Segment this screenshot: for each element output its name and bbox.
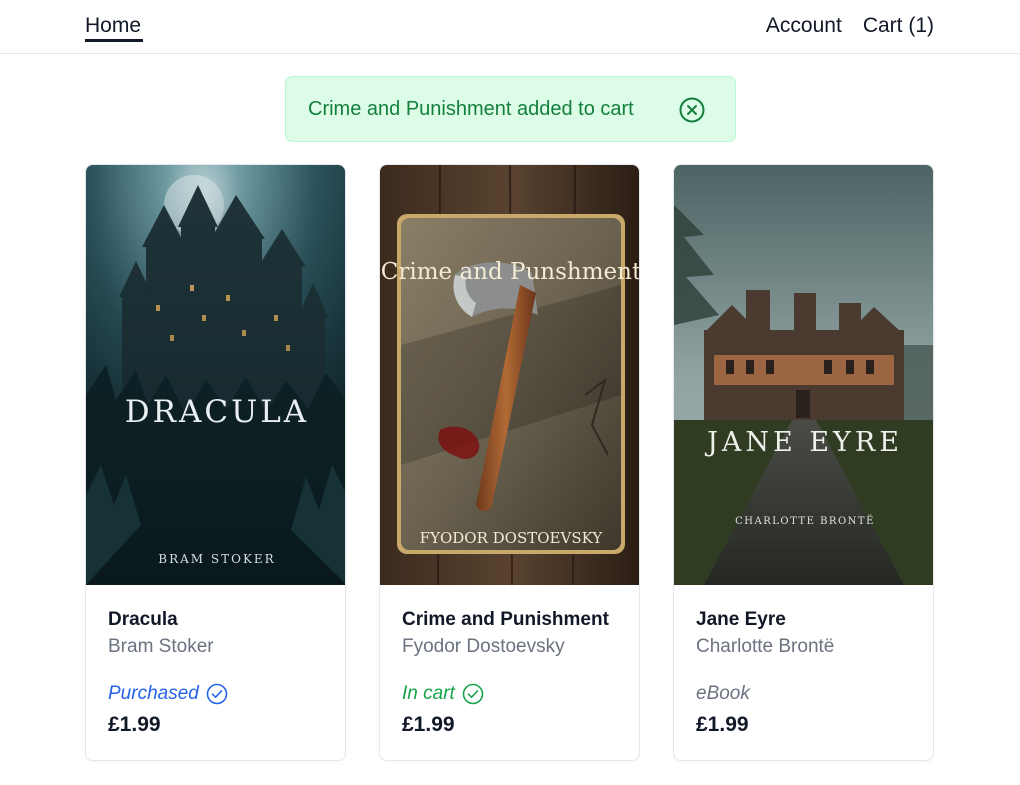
book-status: eBook: [696, 683, 750, 705]
dracula-cover-illustration: DRACULA BRAM STOKER: [86, 165, 345, 585]
book-cover-image[interactable]: Crime and Punshment FYODOR DOSTOEVSKY: [380, 165, 640, 585]
book-status: Purchased: [108, 683, 228, 705]
top-navigation: Home Account Cart (1): [0, 0, 1020, 54]
book-card-dracula[interactable]: DRACULA BRAM STOKER Dracula Bram Stoker …: [85, 164, 346, 761]
book-cover-image[interactable]: DRACULA BRAM STOKER: [86, 165, 345, 585]
status-label: eBook: [696, 683, 750, 704]
book-card-jane-eyre[interactable]: JANE EYRE CHARLOTTE BRONTË Jane Eyre Cha…: [673, 164, 934, 761]
book-price: £1.99: [108, 713, 161, 736]
book-author: Charlotte Brontë: [696, 636, 835, 657]
added-to-cart-toast: Crime and Punishment added to cart: [285, 76, 736, 142]
close-circle-icon[interactable]: [679, 97, 705, 123]
book-title: Crime and Punishment: [402, 609, 609, 630]
book-card-crime-and-punishment[interactable]: Crime and Punshment FYODOR DOSTOEVSKY Cr…: [379, 164, 640, 761]
cover-title-text: Crime and Punshment: [381, 259, 640, 285]
cover-author-text: CHARLOTTE BRONTË: [735, 515, 875, 527]
status-label: Purchased: [108, 683, 199, 704]
crime-and-punishment-cover-illustration: Crime and Punshment FYODOR DOSTOEVSKY: [380, 165, 640, 585]
jane-eyre-cover-illustration: JANE EYRE CHARLOTTE BRONTË: [674, 165, 933, 585]
toast-message: Crime and Punishment added to cart: [308, 97, 634, 120]
cover-title-text: DRACULA: [125, 394, 309, 430]
nav-cart-link[interactable]: Cart (1): [863, 14, 934, 38]
cover-author-text: BRAM STOKER: [158, 552, 275, 566]
book-price: £1.99: [696, 713, 749, 736]
book-status: In cart: [402, 683, 484, 705]
book-cover-image[interactable]: JANE EYRE CHARLOTTE BRONTË: [674, 165, 933, 585]
active-nav-indicator: [85, 39, 143, 42]
book-price: £1.99: [402, 713, 455, 736]
status-label: In cart: [402, 683, 455, 704]
cover-title-text: JANE EYRE: [704, 427, 903, 458]
book-title: Dracula: [108, 609, 178, 630]
nav-home-link[interactable]: Home: [85, 14, 141, 38]
check-circle-icon: [462, 683, 484, 705]
book-author: Fyodor Dostoevsky: [402, 636, 565, 657]
book-title: Jane Eyre: [696, 609, 786, 630]
book-author: Bram Stoker: [108, 636, 214, 657]
nav-account-link[interactable]: Account: [766, 14, 842, 38]
cover-author-text: FYODOR DOSTOEVSKY: [420, 529, 604, 547]
nav-right-links: Account Cart (1): [766, 14, 934, 38]
check-circle-icon: [206, 683, 228, 705]
